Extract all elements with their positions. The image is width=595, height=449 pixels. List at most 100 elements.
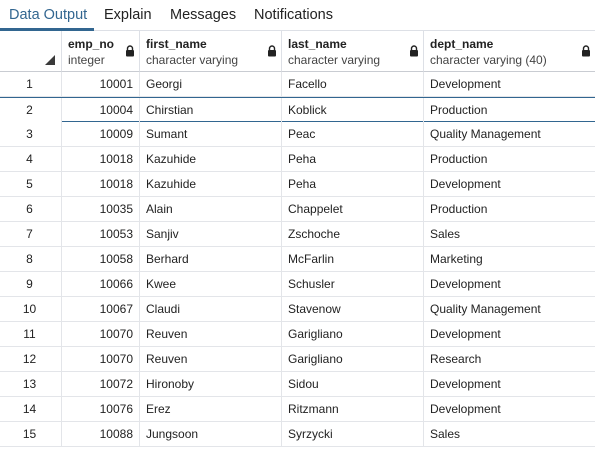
cell-emp-no[interactable]: 10001 (62, 72, 140, 96)
row-number[interactable]: 10 (0, 297, 62, 321)
table-row[interactable]: 9 10066 Kwee Schusler Development (0, 272, 595, 297)
table-row[interactable]: 1 10001 Georgi Facello Development (0, 72, 595, 97)
cell-first-name[interactable]: Alain (140, 197, 282, 221)
table-row[interactable]: 14 10076 Erez Ritzmann Development (0, 397, 595, 422)
row-number[interactable]: 1 (0, 72, 62, 96)
cell-last-name[interactable]: Peac (282, 122, 424, 146)
row-number[interactable]: 9 (0, 272, 62, 296)
row-number[interactable]: 5 (0, 172, 62, 196)
cell-last-name[interactable]: Sidou (282, 372, 424, 396)
cell-dept-name[interactable]: Production (424, 197, 595, 221)
tab-explain[interactable]: Explain (104, 0, 152, 31)
cell-dept-name[interactable]: Quality Management (424, 297, 595, 321)
cell-last-name[interactable]: Chappelet (282, 197, 424, 221)
cell-last-name[interactable]: Schusler (282, 272, 424, 296)
cell-dept-name[interactable]: Development (424, 372, 595, 396)
cell-dept-name[interactable]: Development (424, 72, 595, 96)
tab-data-output[interactable]: Data Output (9, 0, 87, 31)
cell-first-name[interactable]: Kazuhide (140, 172, 282, 196)
cell-emp-no[interactable]: 10088 (62, 422, 140, 446)
cell-dept-name[interactable]: Production (424, 98, 595, 122)
cell-emp-no[interactable]: 10018 (62, 147, 140, 171)
row-number[interactable]: 8 (0, 247, 62, 271)
table-row[interactable]: 8 10058 Berhard McFarlin Marketing (0, 247, 595, 272)
cell-emp-no[interactable]: 10072 (62, 372, 140, 396)
cell-first-name[interactable]: Erez (140, 397, 282, 421)
cell-emp-no[interactable]: 10009 (62, 122, 140, 146)
cell-last-name[interactable]: Ritzmann (282, 397, 424, 421)
cell-first-name[interactable]: Hironoby (140, 372, 282, 396)
cell-last-name[interactable]: Garigliano (282, 347, 424, 371)
cell-dept-name[interactable]: Production (424, 147, 595, 171)
cell-emp-no[interactable]: 10018 (62, 172, 140, 196)
cell-first-name[interactable]: Jungsoon (140, 422, 282, 446)
cell-emp-no[interactable]: 10004 (62, 98, 140, 122)
table-row[interactable]: 5 10018 Kazuhide Peha Development (0, 172, 595, 197)
cell-first-name[interactable]: Kwee (140, 272, 282, 296)
table-row[interactable]: 4 10018 Kazuhide Peha Production (0, 147, 595, 172)
tab-notifications[interactable]: Notifications (254, 0, 333, 31)
cell-emp-no[interactable]: 10076 (62, 397, 140, 421)
cell-emp-no[interactable]: 10067 (62, 297, 140, 321)
table-row[interactable]: 15 10088 Jungsoon Syrzycki Sales (0, 422, 595, 447)
cell-last-name[interactable]: Peha (282, 172, 424, 196)
cell-first-name[interactable]: Claudi (140, 297, 282, 321)
table-row[interactable]: 3 10009 Sumant Peac Quality Management (0, 122, 595, 147)
cell-first-name[interactable]: Sumant (140, 122, 282, 146)
cell-last-name[interactable]: Stavenow (282, 297, 424, 321)
table-row[interactable]: 10 10067 Claudi Stavenow Quality Management (0, 297, 595, 322)
table-row[interactable]: 11 10070 Reuven Garigliano Development (0, 322, 595, 347)
cell-first-name[interactable]: Reuven (140, 347, 282, 371)
table-row[interactable]: 2 10004 Chirstian Koblick Production (0, 97, 595, 122)
cell-dept-name[interactable]: Sales (424, 422, 595, 446)
column-header-emp-no[interactable]: emp_no integer (62, 31, 140, 72)
cell-emp-no[interactable]: 10053 (62, 222, 140, 246)
cell-first-name[interactable]: Georgi (140, 72, 282, 96)
cell-dept-name[interactable]: Sales (424, 222, 595, 246)
cell-emp-no[interactable]: 10058 (62, 247, 140, 271)
cell-last-name[interactable]: McFarlin (282, 247, 424, 271)
row-number[interactable]: 13 (0, 372, 62, 396)
cell-dept-name[interactable]: Research (424, 347, 595, 371)
row-number[interactable]: 6 (0, 197, 62, 221)
cell-dept-name[interactable]: Development (424, 172, 595, 196)
cell-emp-no[interactable]: 10070 (62, 322, 140, 346)
row-number[interactable]: 3 (0, 122, 62, 146)
cell-emp-no[interactable]: 10035 (62, 197, 140, 221)
row-number[interactable]: 11 (0, 322, 62, 346)
cell-emp-no[interactable]: 10070 (62, 347, 140, 371)
cell-first-name[interactable]: Chirstian (140, 98, 282, 122)
row-number[interactable]: 7 (0, 222, 62, 246)
cell-first-name[interactable]: Kazuhide (140, 147, 282, 171)
cell-last-name[interactable]: Koblick (282, 98, 424, 122)
table-row[interactable]: 6 10035 Alain Chappelet Production (0, 197, 595, 222)
tab-messages[interactable]: Messages (170, 0, 236, 31)
column-header-dept-name[interactable]: dept_name character varying (40) (424, 31, 595, 72)
row-number[interactable]: 15 (0, 422, 62, 446)
cell-dept-name[interactable]: Development (424, 397, 595, 421)
cell-last-name[interactable]: Garigliano (282, 322, 424, 346)
column-header-first-name[interactable]: first_name character varying (140, 31, 282, 72)
cell-first-name[interactable]: Reuven (140, 322, 282, 346)
cell-last-name[interactable]: Facello (282, 72, 424, 96)
row-number[interactable]: 2 (0, 98, 62, 122)
select-all-corner[interactable] (0, 31, 62, 72)
cell-last-name[interactable]: Zschoche (282, 222, 424, 246)
cell-dept-name[interactable]: Quality Management (424, 122, 595, 146)
cell-emp-no[interactable]: 10066 (62, 272, 140, 296)
column-header-last-name[interactable]: last_name character varying (282, 31, 424, 72)
cell-last-name[interactable]: Syrzycki (282, 422, 424, 446)
cell-last-name[interactable]: Peha (282, 147, 424, 171)
row-number[interactable]: 14 (0, 397, 62, 421)
row-number[interactable]: 4 (0, 147, 62, 171)
table-row[interactable]: 13 10072 Hironoby Sidou Development (0, 372, 595, 397)
cell-dept-name[interactable]: Marketing (424, 247, 595, 271)
cell-first-name[interactable]: Sanjiv (140, 222, 282, 246)
cell-dept-name[interactable]: Development (424, 272, 595, 296)
row-number[interactable]: 12 (0, 347, 62, 371)
table-row[interactable]: 7 10053 Sanjiv Zschoche Sales (0, 222, 595, 247)
table-row[interactable]: 12 10070 Reuven Garigliano Research (0, 347, 595, 372)
cell-first-name[interactable]: Berhard (140, 247, 282, 271)
cell-dept-name[interactable]: Development (424, 322, 595, 346)
column-name: dept_name (430, 37, 494, 51)
